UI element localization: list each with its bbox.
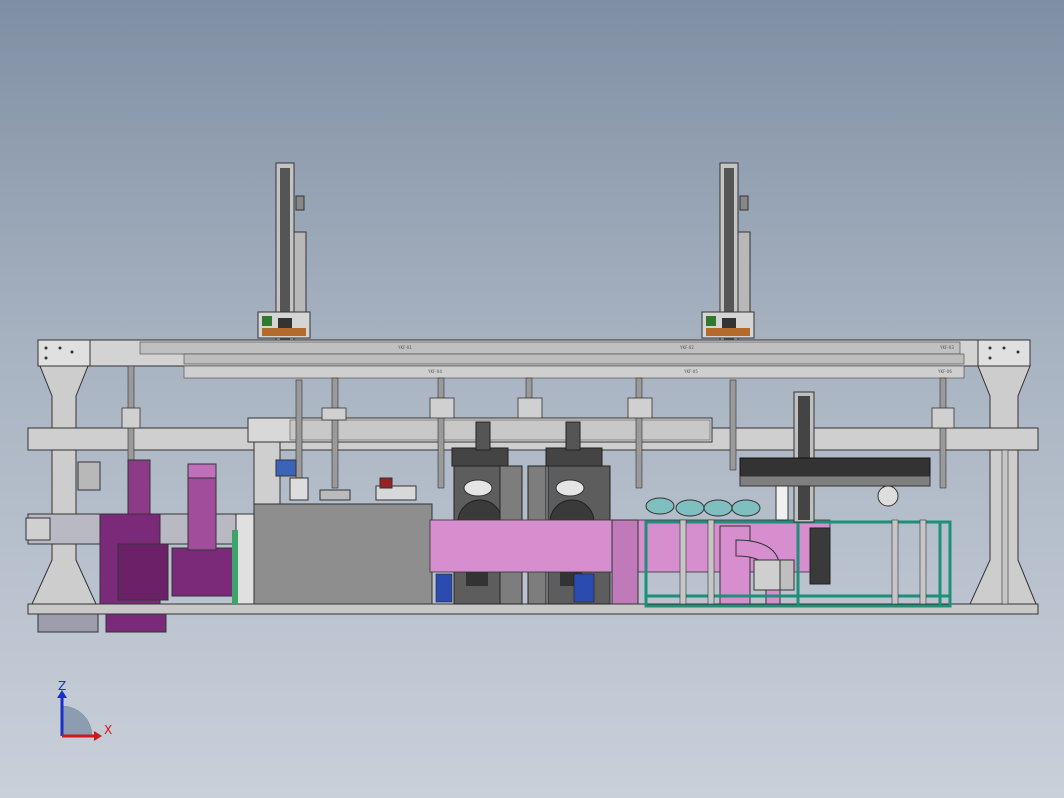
beam-tag: YKF-06 [937,369,952,374]
beam-tag: YKF-04 [427,369,442,374]
left-vertical-tower [257,162,311,344]
x-axis-label: X [104,723,112,737]
mid-frame-beam [27,417,1039,451]
right-vertical-tower [701,162,755,344]
base-frame [27,603,1039,633]
beam-tag: YKF-01 [397,345,412,350]
beam-tag: YKF-05 [683,369,698,374]
gray-cabinet [253,441,433,605]
x-axis-arrow-icon [94,731,102,741]
top-main-beam [37,339,1031,379]
triad-quarter-disc [61,705,93,737]
coordinate-triad: Z X [57,679,112,741]
cad-viewport[interactable]: YKF-01 YKF-02 YKF-03 YKF-04 YKF-05 YKF-0… [0,0,1064,798]
z-axis-label: Z [58,679,66,693]
machine-assembly-model[interactable]: YKF-01 YKF-02 YKF-03 YKF-04 YKF-05 YKF-0… [0,0,1064,798]
right-gantry-rail [739,391,931,591]
beam-tag: YKF-02 [679,345,694,350]
beam-tag: YKF-03 [939,345,954,350]
